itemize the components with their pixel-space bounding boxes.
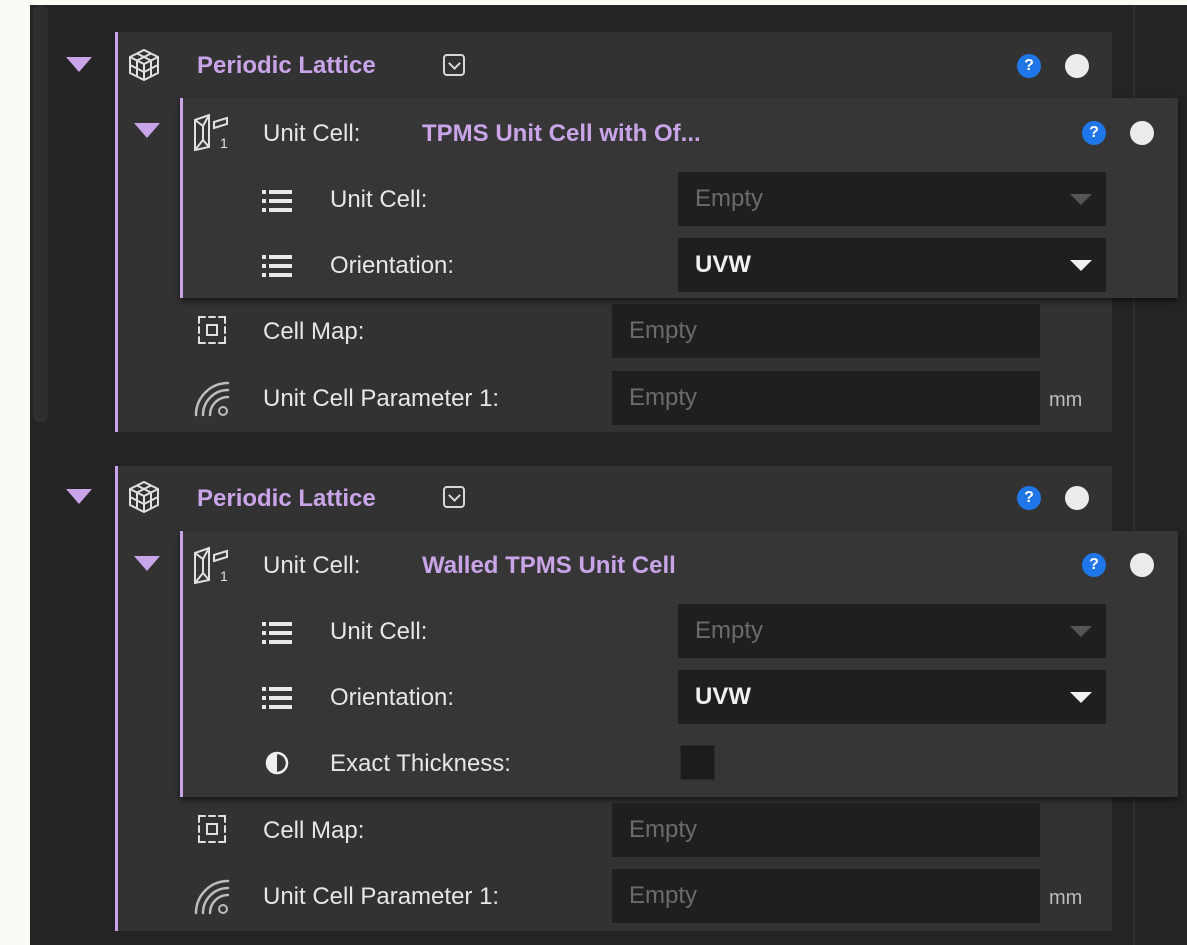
status-dot[interactable] — [1065, 486, 1089, 510]
unit-cell-value: Empty — [695, 185, 764, 212]
unit-cell-field-label: Unit Cell: — [330, 186, 428, 213]
unit-cell-title[interactable]: TPMS Unit Cell with Of... — [422, 120, 701, 148]
chevron-down-icon — [1070, 692, 1092, 703]
cell-map-label: Cell Map: — [263, 817, 365, 844]
unit-cell-label: Unit Cell: — [263, 120, 361, 147]
orientation-value: UVW — [695, 683, 751, 710]
help-icon[interactable]: ? — [1017, 486, 1041, 510]
unit-label: mm — [1049, 887, 1083, 909]
unit-label: mm — [1049, 389, 1083, 411]
status-dot[interactable] — [1130, 553, 1154, 577]
svg-text:1: 1 — [220, 135, 228, 151]
lattice-icon — [129, 48, 159, 82]
accent-bar — [115, 32, 118, 432]
unit-cell-parameter-input[interactable]: Empty — [612, 869, 1040, 923]
cell-map-icon — [198, 316, 226, 344]
unit-cell-icon: 1 — [194, 113, 228, 152]
collapse-arrow-icon[interactable] — [134, 556, 160, 571]
scrollbar[interactable] — [33, 5, 48, 423]
parameter-icon — [194, 381, 230, 417]
chevron-down-icon — [1070, 626, 1092, 637]
orientation-value: UVW — [695, 251, 751, 278]
unit-cell-parameter-input[interactable]: Empty — [612, 371, 1040, 425]
list-icon — [262, 687, 292, 709]
lattice-icon — [129, 480, 159, 514]
accent-bar — [180, 98, 183, 298]
unit-cell-parameter-label: Unit Cell Parameter 1: — [263, 883, 500, 910]
orientation-label: Orientation: — [330, 252, 455, 279]
status-dot[interactable] — [1130, 121, 1154, 145]
unit-cell-dropdown[interactable]: Empty — [678, 172, 1106, 226]
accent-bar — [180, 531, 183, 797]
list-icon — [262, 622, 292, 644]
accent-bar — [115, 466, 118, 931]
chevron-down-icon[interactable] — [443, 54, 465, 76]
cell-map-icon — [198, 815, 226, 843]
unit-cell-label: Unit Cell: — [263, 552, 361, 579]
svg-text:1: 1 — [220, 568, 228, 584]
collapse-arrow-icon[interactable] — [134, 123, 160, 138]
orientation-dropdown[interactable]: UVW — [678, 670, 1106, 724]
cell-map-label: Cell Map: — [263, 318, 365, 345]
help-icon[interactable]: ? — [1082, 121, 1106, 145]
periodic-lattice-title[interactable]: Periodic Lattice — [197, 52, 376, 80]
cell-map-input[interactable]: Empty — [612, 304, 1040, 358]
list-icon — [262, 190, 292, 212]
periodic-lattice-title[interactable]: Periodic Lattice — [197, 485, 376, 513]
contrast-icon — [265, 751, 289, 775]
cell-map-input[interactable]: Empty — [612, 803, 1040, 857]
status-dot[interactable] — [1065, 54, 1089, 78]
orientation-dropdown[interactable]: UVW — [678, 238, 1106, 292]
chevron-down-icon — [1070, 194, 1092, 205]
orientation-label: Orientation: — [330, 684, 455, 711]
unit-cell-icon: 1 — [194, 546, 228, 585]
exact-thickness-checkbox[interactable] — [680, 745, 715, 780]
list-icon — [262, 255, 292, 277]
unit-cell-field-label: Unit Cell: — [330, 618, 428, 645]
unit-cell-title[interactable]: Walled TPMS Unit Cell — [422, 552, 676, 580]
unit-cell-value: Empty — [695, 617, 764, 644]
help-icon[interactable]: ? — [1017, 54, 1041, 78]
exact-thickness-label: Exact Thickness: — [330, 750, 511, 777]
unit-cell-parameter-label: Unit Cell Parameter 1: — [263, 385, 500, 412]
collapse-arrow-icon[interactable] — [66, 489, 92, 504]
chevron-down-icon — [1070, 260, 1092, 271]
parameter-icon — [194, 879, 230, 915]
chevron-down-icon[interactable] — [443, 486, 465, 508]
unit-cell-dropdown[interactable]: Empty — [678, 604, 1106, 658]
collapse-arrow-icon[interactable] — [66, 57, 92, 72]
help-icon[interactable]: ? — [1082, 553, 1106, 577]
